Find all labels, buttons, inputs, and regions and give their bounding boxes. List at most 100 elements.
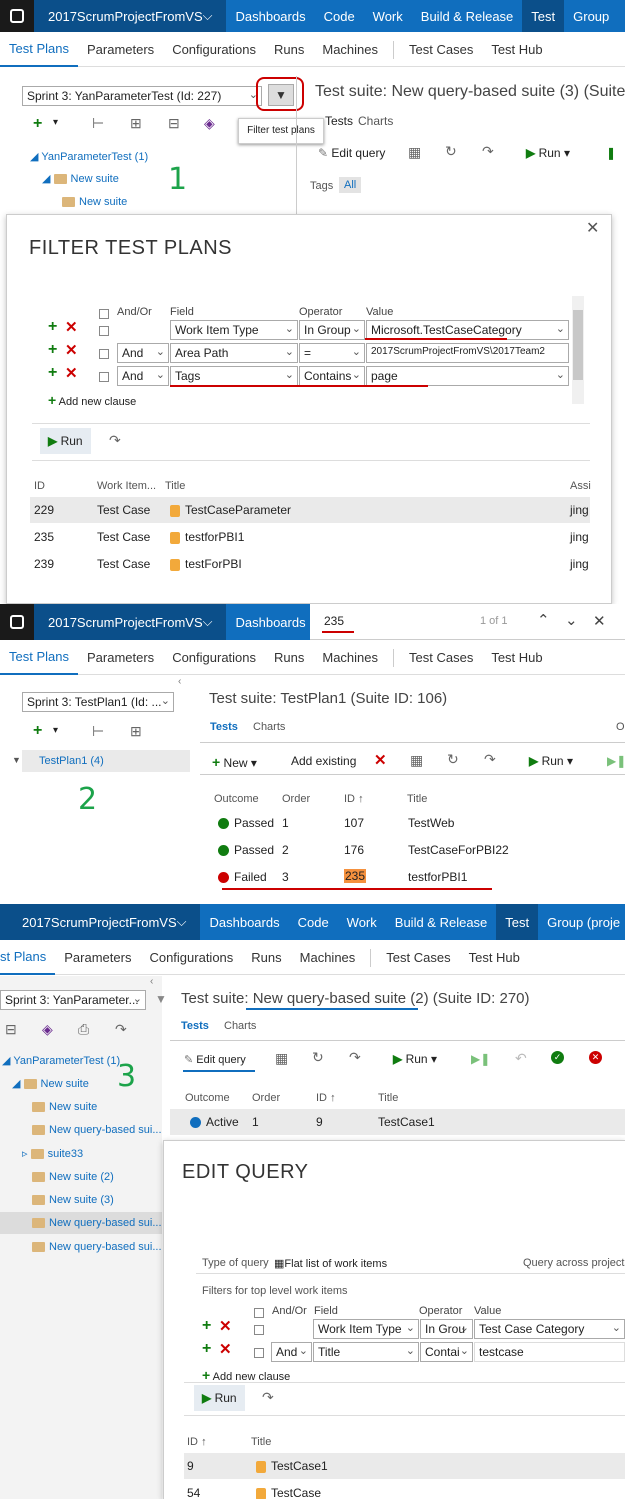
add-suite-icon[interactable]: ⊞ — [130, 115, 142, 132]
query-across-projects[interactable]: Query across projects — [523, 1257, 625, 1269]
clause-checkbox[interactable] — [254, 1345, 264, 1359]
result-title-cell[interactable]: testForPBI — [170, 557, 242, 571]
redo-icon[interactable]: ↷ — [262, 1389, 274, 1406]
close-icon[interactable]: ✕ — [586, 218, 599, 238]
grid-icon[interactable]: ▦ — [408, 144, 421, 161]
add-existing-button[interactable]: Add existing — [291, 754, 356, 768]
tab-test-plans[interactable]: Test Plans — [0, 33, 78, 67]
plan-select[interactable]: Sprint 3: YanParameter... ⌄ — [0, 990, 146, 1010]
nav-group[interactable]: Group — [564, 0, 618, 32]
dialog-run-button[interactable]: ▶ Run — [194, 1385, 245, 1411]
col-outcome[interactable]: Outcome — [214, 793, 259, 805]
nav-code[interactable]: Code — [289, 904, 338, 940]
result-title-cell[interactable]: testforPBI1 — [170, 530, 244, 544]
tab-parameters[interactable]: Parameters — [78, 641, 163, 675]
redo-icon[interactable]: ↷ — [484, 751, 496, 768]
collapse-pane-icon[interactable]: ‹ — [178, 676, 181, 687]
select-all-checkbox[interactable] — [99, 306, 109, 320]
tree-item-root[interactable]: ◢ YanParameterTest (1) — [30, 150, 148, 163]
col-order[interactable]: Order — [252, 1092, 280, 1104]
collapse-pane-icon[interactable]: ‹ — [150, 976, 153, 987]
tab-tests[interactable]: Tests — [210, 721, 238, 733]
delete-clause-icon[interactable]: ✕ — [219, 1340, 232, 1358]
col-id[interactable]: ID — [34, 480, 45, 492]
expand-icon[interactable]: ▼ — [12, 755, 21, 765]
tree-item-testplan[interactable]: TestPlan1 (4) — [39, 755, 104, 767]
edit-query-button[interactable]: ✎ Edit query — [184, 1053, 246, 1066]
clause-checkbox[interactable] — [254, 1322, 264, 1336]
refresh-icon[interactable]: ↻ — [445, 143, 457, 160]
query-type-select[interactable]: ▦Flat list of work items — [274, 1257, 387, 1270]
add-clause-icon[interactable]: + — [48, 364, 57, 382]
tab-runs[interactable]: Runs — [265, 33, 313, 67]
tab-configurations[interactable]: Configurations — [163, 641, 265, 675]
run-with-options-icon[interactable]: ▶❚ — [607, 754, 625, 768]
redo-icon[interactable]: ↷ — [115, 1021, 127, 1038]
tab-charts[interactable]: Charts — [358, 114, 393, 128]
project-selector[interactable]: 2017ScrumProjectFromVS ⌵ — [0, 904, 201, 940]
nav-dashboards[interactable]: Dashboards — [200, 904, 288, 940]
chevron-down-icon[interactable]: ▾ — [53, 725, 58, 736]
tree-item[interactable]: New suite — [32, 1101, 97, 1113]
grid-icon[interactable]: ▦ — [275, 1050, 288, 1067]
col-title[interactable]: Title — [407, 793, 427, 805]
clause-operator-select[interactable]: Contains ⌄ — [299, 366, 365, 386]
tab-configurations[interactable]: Configurations — [140, 941, 242, 975]
col-assigned[interactable]: Assi — [570, 480, 591, 492]
add-new-clause-button[interactable]: + Add new clause — [202, 1367, 290, 1383]
redo-icon[interactable]: ↷ — [109, 432, 121, 449]
tree-item[interactable]: New query-based sui... — [32, 1241, 162, 1253]
nav-group[interactable]: Group (proje — [538, 904, 625, 940]
delete-clause-icon[interactable]: ✕ — [65, 364, 78, 382]
clause-field-select[interactable]: Area Path ⌄ — [170, 343, 298, 363]
scrollbar[interactable] — [572, 296, 584, 404]
remove-icon[interactable]: ✕ — [374, 751, 387, 769]
run-with-options-icon[interactable]: ▶❚ — [471, 1052, 490, 1066]
project-selector[interactable]: 2017ScrumProjectFromVS ⌵ — [34, 0, 227, 32]
collapse-icon[interactable]: ⊟ — [5, 1021, 17, 1038]
add-icon[interactable]: + — [33, 115, 42, 133]
clause-value-select[interactable]: page ⌄ — [366, 366, 569, 386]
nav-work[interactable]: Work — [364, 0, 412, 32]
tree-icon[interactable]: ⊢ — [92, 115, 104, 132]
nav-test[interactable]: Test — [496, 904, 539, 940]
title-cell[interactable]: TestCase1 — [378, 1115, 435, 1129]
tab-test-plans[interactable]: st Plans — [0, 941, 56, 975]
filter-icon[interactable]: ▼ — [155, 992, 167, 1006]
tree-icon[interactable]: ⊢ — [92, 723, 104, 740]
add-clause-icon[interactable]: + — [48, 318, 57, 336]
redo-icon[interactable]: ↷ — [349, 1049, 361, 1066]
clause-operator-select[interactable]: = ⌄ — [299, 343, 365, 363]
print-icon[interactable]: ⎙ — [78, 1021, 89, 1038]
tab-test-cases[interactable]: Test Cases — [377, 941, 459, 975]
delete-clause-icon[interactable]: ✕ — [65, 341, 78, 359]
title-cell[interactable]: TestWeb — [408, 816, 454, 830]
tab-charts[interactable]: Charts — [224, 1020, 256, 1032]
splitter[interactable] — [296, 76, 297, 214]
dialog-run-button[interactable]: ▶ Run — [40, 428, 91, 454]
clause-checkbox[interactable] — [99, 323, 109, 337]
grid-icon[interactable]: ▦ — [410, 752, 423, 769]
tab-parameters[interactable]: Parameters — [78, 33, 163, 67]
add-clause-icon[interactable]: + — [48, 341, 57, 359]
plan-icon[interactable]: ◈ — [204, 115, 215, 132]
tab-charts[interactable]: Charts — [253, 721, 285, 733]
add-suite-icon[interactable]: ⊞ — [130, 723, 142, 740]
nav-dashboards[interactable]: Dashboards — [226, 604, 314, 640]
tab-test-plans[interactable]: Test Plans — [0, 641, 78, 675]
col-title[interactable]: Title — [251, 1436, 271, 1448]
refresh-icon[interactable]: ↻ — [447, 751, 459, 768]
select-all-checkbox[interactable] — [254, 1305, 264, 1319]
title-cell[interactable]: TestCaseForPBI22 — [408, 843, 509, 857]
tab-test-hub[interactable]: Test Hub — [460, 941, 529, 975]
fail-test-icon[interactable]: ✕ — [589, 1051, 602, 1064]
nav-dashboards[interactable]: Dashboards — [226, 0, 314, 32]
tree-item[interactable]: New suite (3) — [32, 1194, 114, 1206]
run-button[interactable]: ▶ Run ▾ — [529, 754, 573, 768]
tag-all[interactable]: All — [339, 177, 362, 193]
collapse-icon[interactable]: ⊟ — [168, 115, 180, 132]
clause-checkbox[interactable] — [99, 346, 109, 360]
tree-item-root[interactable]: ◢ YanParameterTest (1) — [2, 1054, 120, 1067]
tab-test-cases[interactable]: Test Cases — [400, 33, 482, 67]
nav-build-release[interactable]: Build & Release — [412, 0, 523, 32]
